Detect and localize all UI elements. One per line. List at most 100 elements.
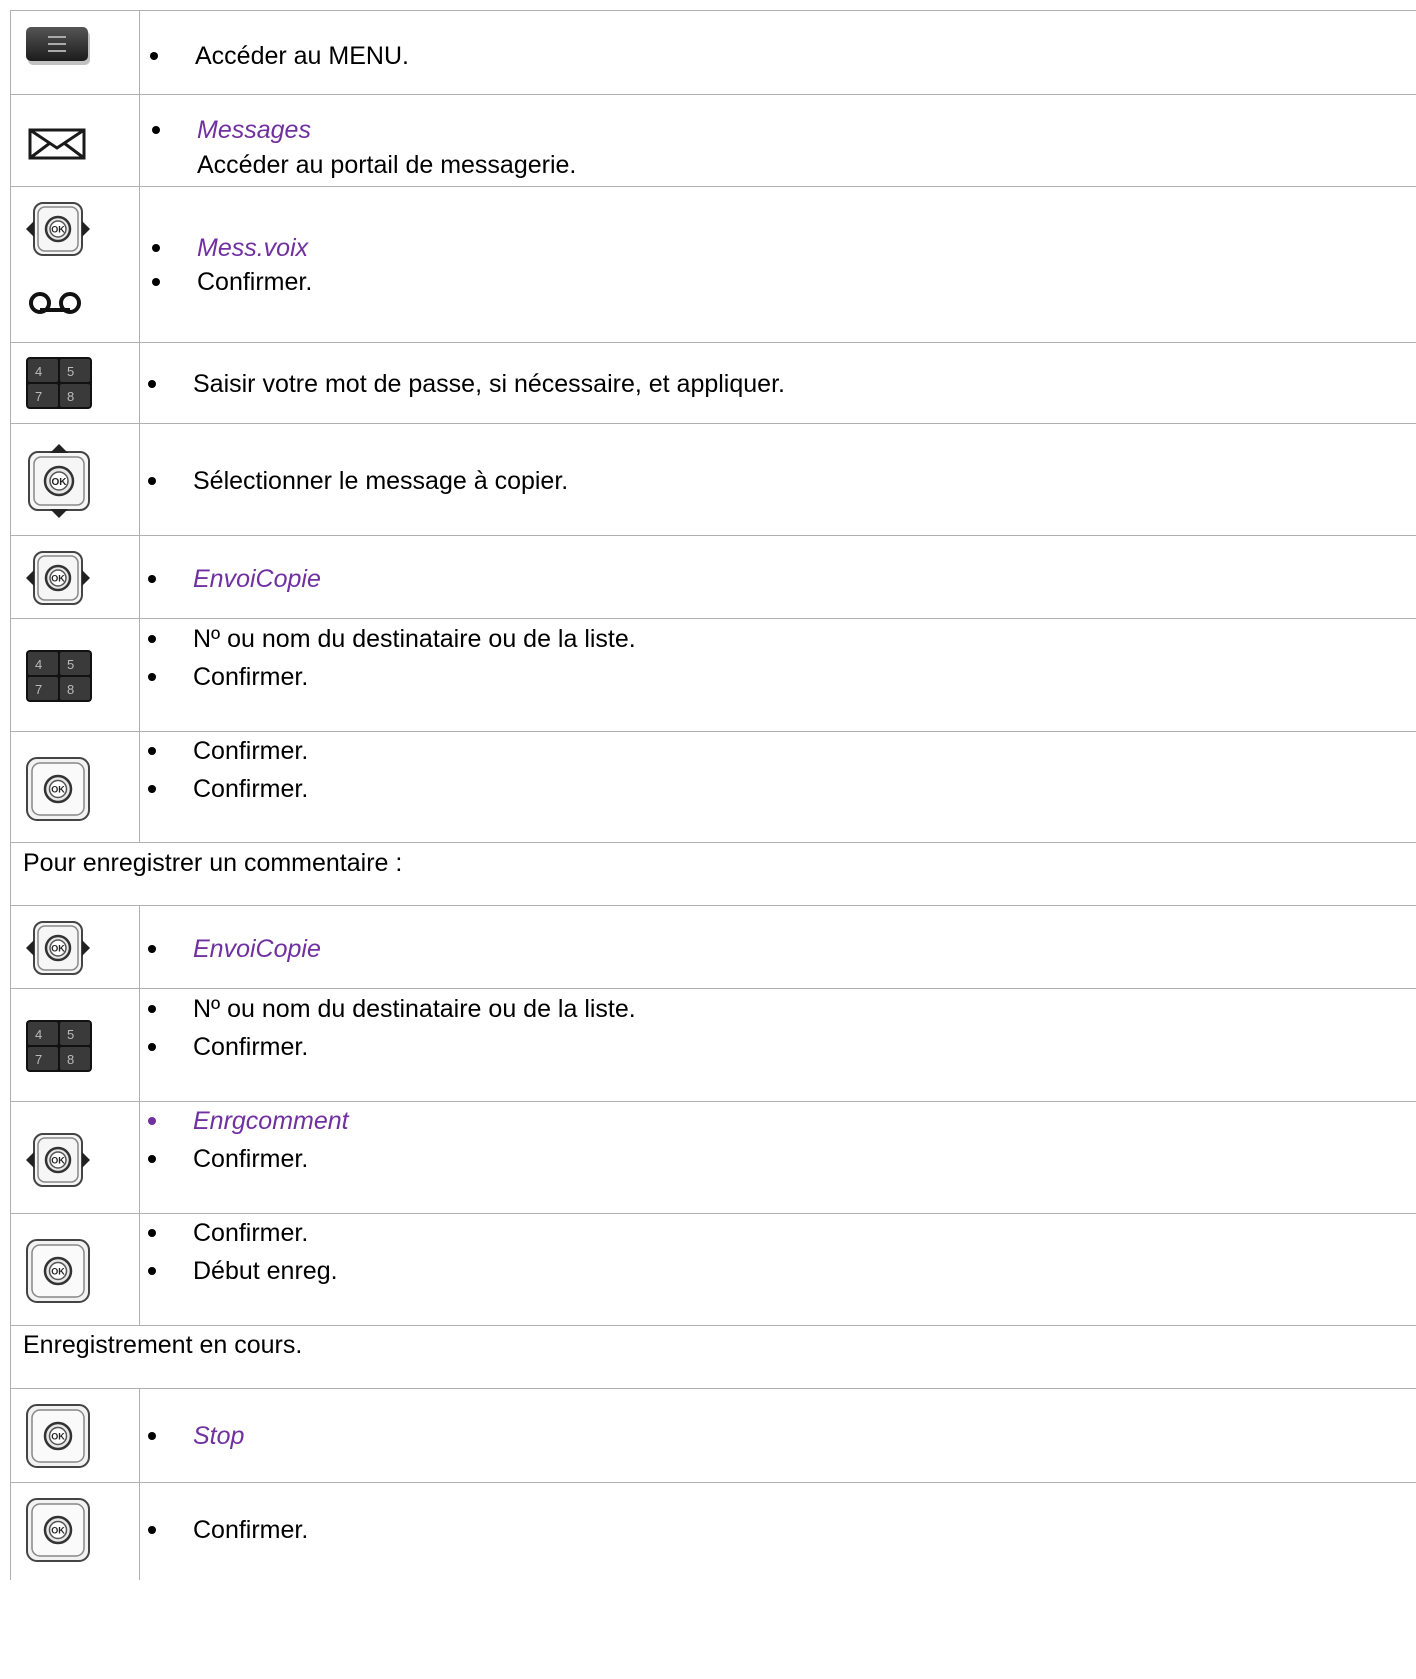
step-item: Accéder au MENU.	[139, 37, 409, 75]
step-items: EnvoiCopie	[137, 560, 321, 598]
svg-text:OK: OK	[51, 785, 65, 795]
svg-text:5: 5	[67, 657, 74, 672]
step-items: Messages	[141, 111, 311, 149]
note-row: Enregistrement en cours.	[10, 1325, 1416, 1388]
step-item: Confirmer.	[137, 658, 636, 696]
navigator-left-right-ok-icon: OK	[26, 1132, 90, 1188]
icon-cell: OK	[10, 1214, 139, 1325]
step-items: Saisir votre mot de passe, si nécessaire…	[137, 365, 785, 403]
icon-cell: OK	[10, 187, 139, 342]
step-items: Confirmer. Confirmer.	[137, 732, 308, 808]
step-row: OK Mess.voix Confirmer.	[10, 186, 1416, 342]
svg-text:OK: OK	[51, 1526, 65, 1536]
icon-cell: OK	[10, 1483, 139, 1580]
step-items: Mess.voix Confirmer.	[141, 231, 312, 299]
ok-key-icon: OK	[26, 757, 90, 821]
icon-cell	[10, 95, 139, 186]
step-row: 4 5 7 8 Nº ou nom du destinataire ou de …	[10, 618, 1416, 731]
icon-cell: 4 5 7 8	[10, 343, 139, 423]
step-row: OK Sélectionner le message à copier.	[10, 423, 1416, 535]
svg-text:7: 7	[35, 682, 42, 697]
step-items: Enrgcomment Confirmer.	[137, 1102, 349, 1178]
envelope-icon	[28, 128, 86, 160]
note-text: Enregistrement en cours.	[23, 1331, 303, 1359]
icon-cell: 4 5 7 8	[10, 619, 139, 731]
svg-text:7: 7	[35, 1052, 42, 1067]
step-items: Sélectionner le message à copier.	[137, 462, 568, 500]
svg-text:OK: OK	[51, 574, 65, 584]
step-item: Début enreg.	[137, 1252, 338, 1290]
icon-cell: OK	[10, 536, 139, 618]
step-item: Confirmer.	[137, 770, 308, 808]
svg-text:8: 8	[67, 1052, 74, 1067]
svg-text:7: 7	[35, 389, 42, 404]
navigator-left-right-ok-icon: OK	[26, 201, 90, 257]
step-item: Confirmer.	[137, 1214, 338, 1252]
ok-key-icon: OK	[26, 1239, 90, 1303]
keypad-icon: 4 5 7 8	[26, 1020, 92, 1072]
navigator-up-down-ok-icon: OK	[26, 444, 92, 518]
ok-key-icon: OK	[26, 1404, 90, 1468]
step-items: Confirmer. Début enreg.	[137, 1214, 338, 1290]
step-row: Accéder au MENU.	[10, 10, 1416, 94]
step-item: Confirmer.	[137, 1028, 636, 1066]
step-item: Confirmer.	[141, 265, 312, 299]
navigator-left-right-ok-icon: OK	[26, 550, 90, 606]
svg-text:OK: OK	[51, 1432, 65, 1442]
svg-text:8: 8	[67, 682, 74, 697]
note-row: Pour enregistrer un commentaire :	[10, 842, 1416, 905]
icon-cell	[10, 11, 139, 94]
icon-cell: OK	[10, 732, 139, 842]
step-items: EnvoiCopie	[137, 930, 321, 968]
icon-cell: OK	[10, 424, 139, 535]
step-row: OK Enrgcomment Confirmer.	[10, 1101, 1416, 1213]
svg-text:OK: OK	[51, 225, 65, 235]
step-item: Sélectionner le message à copier.	[137, 462, 568, 500]
svg-text:4: 4	[35, 364, 42, 379]
softkey-item: Messages	[141, 111, 311, 149]
step-item: Confirmer.	[137, 1511, 308, 1549]
svg-text:5: 5	[67, 1027, 74, 1042]
icon-cell: OK	[10, 906, 139, 988]
softkey-item: EnvoiCopie	[137, 560, 321, 598]
svg-text:5: 5	[67, 364, 74, 379]
step-items: Nº ou nom du destinataire ou de la liste…	[137, 990, 636, 1066]
step-items: Stop	[137, 1417, 244, 1455]
softkey-item: Stop	[137, 1417, 244, 1455]
icon-cell: OK	[10, 1389, 139, 1482]
step-row: 4 5 7 8 Saisir votre mot de passe, si né…	[10, 342, 1416, 423]
svg-text:OK: OK	[51, 1267, 65, 1277]
step-items: Nº ou nom du destinataire ou de la liste…	[137, 620, 636, 696]
svg-text:OK: OK	[52, 477, 68, 488]
voicemail-icon	[28, 289, 84, 317]
step-row: Messages Accéder au portail de messageri…	[10, 94, 1416, 186]
step-items: Accéder au MENU.	[139, 37, 409, 75]
procedure-table: Accéder au MENU. Messages Accéder au por…	[10, 10, 1416, 1580]
softkey-item: Enrgcomment	[137, 1102, 349, 1140]
step-item: Nº ou nom du destinataire ou de la liste…	[137, 620, 636, 658]
icon-cell: 4 5 7 8	[10, 989, 139, 1101]
svg-text:OK: OK	[51, 944, 65, 954]
softkey-item: EnvoiCopie	[137, 930, 321, 968]
note-text: Pour enregistrer un commentaire :	[23, 849, 403, 877]
softkey-item: Mess.voix	[141, 231, 312, 265]
step-row: OK EnvoiCopie	[10, 905, 1416, 988]
keypad-icon: 4 5 7 8	[26, 650, 92, 702]
step-row: OK Confirmer. Début enreg.	[10, 1213, 1416, 1325]
step-item: Confirmer.	[137, 1140, 349, 1178]
step-items: Confirmer.	[137, 1511, 308, 1549]
step-description: Accéder au portail de messagerie.	[197, 151, 577, 179]
svg-text:8: 8	[67, 389, 74, 404]
navigator-left-right-ok-icon: OK	[26, 920, 90, 976]
step-row: OK Confirmer.	[10, 1482, 1416, 1580]
step-row: 4 5 7 8 Nº ou nom du destinataire ou de …	[10, 988, 1416, 1101]
step-row: OK Confirmer. Confirmer.	[10, 731, 1416, 842]
step-row: OK Stop	[10, 1388, 1416, 1482]
icon-cell: OK	[10, 1102, 139, 1213]
keypad-icon: 4 5 7 8	[26, 357, 92, 409]
svg-text:4: 4	[35, 657, 42, 672]
menu-key-icon	[26, 27, 92, 67]
step-item: Nº ou nom du destinataire ou de la liste…	[137, 990, 636, 1028]
svg-text:OK: OK	[51, 1156, 65, 1166]
ok-key-icon: OK	[26, 1498, 90, 1562]
